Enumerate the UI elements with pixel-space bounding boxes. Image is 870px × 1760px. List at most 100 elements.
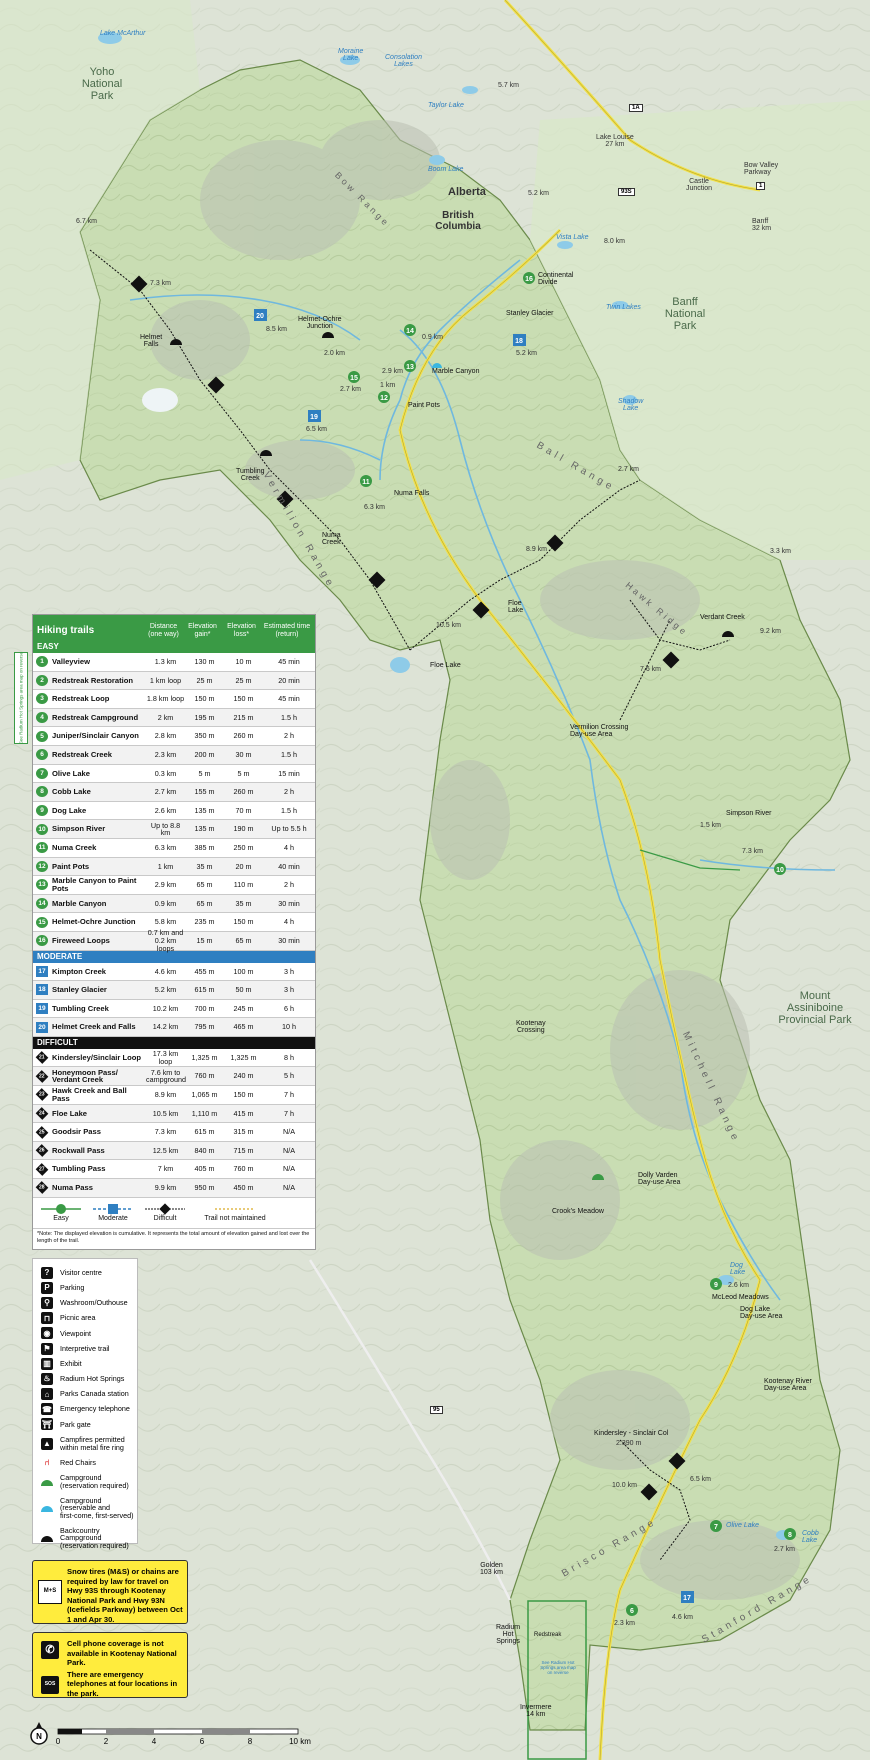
- place-consolation: Consolation Lakes: [385, 54, 422, 68]
- legend-label: Visitor centre: [60, 1267, 102, 1277]
- place-golden: Golden 103 km: [480, 1562, 503, 1576]
- trail-loss: 150 m: [233, 694, 254, 704]
- scale-tick: 8: [248, 1737, 253, 1746]
- legend-item: Campground (reservable and first-come, f…: [33, 1493, 137, 1523]
- legend-label: Radium Hot Springs: [60, 1374, 125, 1384]
- col-time: Estimated time (return): [263, 623, 311, 638]
- legend-item: Backcountry Campground (reservation requ…: [33, 1523, 137, 1553]
- trail-time: 30 min: [278, 935, 300, 945]
- svg-text:14: 14: [406, 328, 414, 335]
- legend-item: ⌂ Parks Canada station: [33, 1387, 137, 1402]
- trail-name: Kindersley/Sinclair Loop: [52, 1052, 142, 1062]
- legend-label: Exhibit: [60, 1358, 82, 1368]
- table-row: 1 Valleyview 1.3 km 130 m 10 m 45 min: [33, 653, 315, 672]
- trail-time: 4 h: [284, 842, 294, 852]
- trail-distance: 2.9 km: [154, 880, 177, 890]
- place-vermilion-crossing: Vermilion Crossing Day-use Area: [570, 724, 629, 738]
- ms-badge: M+S: [38, 1580, 62, 1604]
- trail-distance: 5.2 km: [154, 985, 177, 995]
- legend-label: Backcountry Campground (reservation requ…: [60, 1525, 129, 1551]
- table-row: 17 Kimpton Creek 4.6 km 455 m 100 m 3 h: [33, 963, 315, 982]
- parking-icon: P: [41, 1281, 53, 1294]
- sos-badge: SOS: [41, 1676, 59, 1695]
- place-cobb-lake: Cobb Lake: [802, 1530, 819, 1544]
- trail-time: 7 h: [284, 1108, 294, 1118]
- svg-text:17: 17: [683, 1595, 691, 1602]
- trail-number-badge: 9: [36, 805, 48, 817]
- distance-label: 2.6 km: [728, 1282, 750, 1289]
- svg-text:11: 11: [362, 479, 370, 486]
- trail-distance: 7 km: [157, 1164, 174, 1174]
- trail-distance: 17.3 km loop: [152, 1049, 179, 1066]
- trail-gain: 350 m: [194, 731, 215, 741]
- place-crooks-meadow: Crook's Meadow: [552, 1208, 604, 1215]
- section-rows: 21 Kindersley/Sinclair Loop 17.3 km loop 1,…: [33, 1049, 315, 1198]
- trail-distance: 10.5 km: [152, 1108, 179, 1118]
- legend-item: P Parking: [33, 1280, 137, 1295]
- svg-text:16: 16: [525, 276, 533, 283]
- col-gain: Elevation gain*: [188, 623, 217, 638]
- trail-distance: 4.6 km: [154, 966, 177, 976]
- trail-number-badge: 25: [35, 1125, 49, 1139]
- trail-number-badge: 19: [36, 1002, 48, 1014]
- scale-tick: 4: [152, 1737, 157, 1746]
- trails-title: Hiking trails: [37, 625, 95, 636]
- trail-number-badge: 16: [36, 935, 48, 947]
- trail-gain: 385 m: [194, 842, 215, 852]
- legend-item: ⊓ Picnic area: [33, 1311, 137, 1326]
- legend-label: Viewpoint: [60, 1328, 92, 1338]
- trail-time: 40 min: [278, 861, 300, 871]
- trail-loss: 250 m: [233, 842, 254, 852]
- trail-number: 21: [39, 1054, 45, 1061]
- trail-time: 20 min: [278, 675, 300, 685]
- trail-number: 19: [38, 1004, 46, 1012]
- trail-distance: 5.8 km: [154, 917, 177, 927]
- svg-text:12: 12: [380, 395, 388, 402]
- legend-label: Interpretive trail: [60, 1343, 110, 1353]
- trail-number: 7: [40, 769, 44, 777]
- trail-number-badge: 24: [35, 1107, 49, 1120]
- trail-number: 17: [38, 967, 46, 975]
- place-see-radium: See Radium Hot Springs area map on rever…: [540, 1660, 576, 1675]
- place-radium: Radium Hot Springs: [496, 1624, 521, 1645]
- trail-number: 4: [40, 714, 44, 722]
- distance-label: 10.5 km: [436, 622, 461, 629]
- trail-loss: 715 m: [233, 1145, 254, 1155]
- svg-text:15: 15: [350, 375, 358, 382]
- trail-time: N/A: [283, 1127, 295, 1137]
- svg-text:6: 6: [630, 1608, 634, 1615]
- trail-gain: 700 m: [194, 1003, 215, 1013]
- distance-label: 9.2 km: [760, 628, 782, 635]
- trail-number: 15: [38, 918, 46, 926]
- snow-tire-text: Snow tires (M&S) or chains are required …: [67, 1567, 183, 1624]
- table-row: 24 Floe Lake 10.5 km 1,110 m 415 m 7 h: [33, 1104, 315, 1124]
- trail-distance: 12.5 km: [152, 1145, 179, 1155]
- place-boom-lake: Boom Lake: [428, 166, 464, 173]
- legend-label: Emergency telephone: [60, 1404, 130, 1414]
- trail-gain: 135 m: [194, 805, 215, 815]
- table-row: 9 Dog Lake 2.6 km 135 m 70 m 1.5 h: [33, 802, 315, 821]
- trail-number: 26: [39, 1147, 45, 1154]
- trail-gain: 1,110 m: [191, 1108, 218, 1118]
- trail-distance: 1 km: [157, 861, 174, 871]
- trail-loss: 50 m: [235, 985, 252, 995]
- trail-gain: 405 m: [194, 1164, 215, 1174]
- trail-distance: 2.8 km: [154, 731, 177, 741]
- trail-time: 3 h: [284, 985, 294, 995]
- distance-label: 5.7 km: [498, 82, 520, 89]
- distance-label: 10.0 km: [612, 1482, 637, 1489]
- backcountry-campground-icon: [41, 1532, 53, 1544]
- legend-item: ◉ Viewpoint: [33, 1326, 137, 1341]
- trail-number-badge: 5: [36, 730, 48, 742]
- trail-time: N/A: [283, 1183, 295, 1193]
- table-row: 8 Cobb Lake 2.7 km 155 m 260 m 2 h: [33, 783, 315, 802]
- distance-label: 5.2 km: [516, 350, 538, 357]
- trail-gain: 840 m: [194, 1145, 215, 1155]
- trail-loss: 35 m: [235, 898, 252, 908]
- place-floe-lake-2: Floe Lake: [508, 600, 524, 614]
- trail-number-badge: 12: [36, 860, 48, 872]
- trail-number: 24: [39, 1110, 45, 1117]
- distance-label: 2.7 km: [774, 1546, 796, 1553]
- place-bow-valley: Bow Valley Parkway: [744, 162, 779, 176]
- svg-text:10: 10: [776, 867, 784, 874]
